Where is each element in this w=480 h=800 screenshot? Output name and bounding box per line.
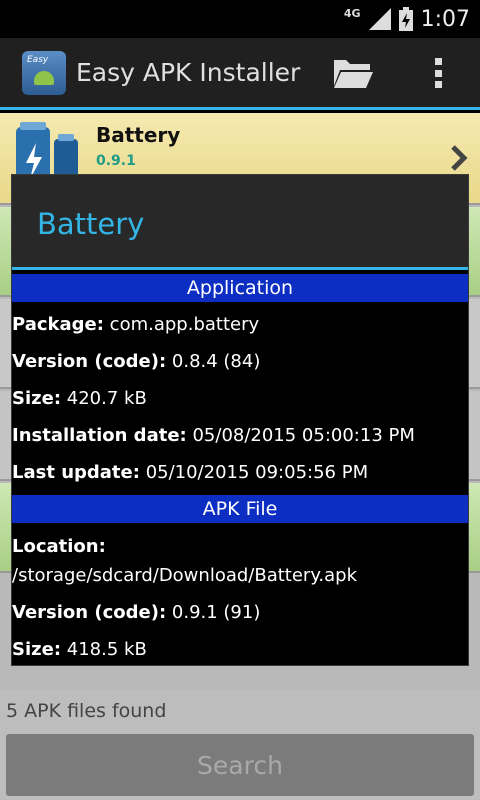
search-button[interactable]: Search (6, 734, 474, 796)
apk-version-row: Version (code): 0.9.1 (91) (12, 602, 468, 623)
network-type: 4G (343, 6, 361, 20)
action-bar: Easy Easy APK Installer (0, 38, 480, 110)
files-found-count: 5 APK files found (6, 700, 167, 722)
apk-size-row: Size: 418.5 kB (12, 639, 468, 660)
clock: 1:07 (420, 6, 470, 32)
dialog-header: Battery (12, 175, 468, 270)
section-application: Application (12, 274, 468, 302)
apk-version-label: Version (code): (12, 602, 167, 623)
location-value: /storage/sdcard/Download/Battery.apk (12, 565, 358, 586)
version-label: Version (code): (12, 351, 167, 372)
size-row: Size: 420.7 kB (12, 388, 468, 409)
location-label: Location: (12, 536, 106, 557)
status-bar: 4G 1:07 (0, 0, 480, 38)
last-update-label: Last update: (12, 462, 140, 483)
chevron-right-icon (451, 145, 468, 171)
apk-size-label: Size: (12, 639, 62, 660)
battery-charging-icon (398, 7, 413, 31)
app-info-dialog: Battery Application Package: com.app.bat… (12, 175, 468, 665)
package-label: Package: (12, 314, 104, 335)
app-title: Easy APK Installer (76, 58, 301, 87)
last-update-value: 05/10/2015 09:05:56 PM (145, 462, 369, 483)
item-version: 0.9.1 (96, 153, 136, 169)
apk-size-value: 418.5 kB (66, 639, 147, 660)
size-value: 420.7 kB (66, 388, 147, 409)
install-date-value: 05/08/2015 05:00:13 PM (192, 425, 415, 446)
apk-version-value: 0.9.1 (91) (171, 602, 261, 623)
location-label-row: Location: (12, 536, 468, 557)
install-date-label: Installation date: (12, 425, 187, 446)
install-date-row: Installation date: 05/08/2015 05:00:13 P… (12, 425, 468, 446)
section-apk-file: APK File (12, 495, 468, 523)
size-label: Size: (12, 388, 62, 409)
folder-open-icon[interactable] (332, 56, 374, 90)
overflow-menu-icon[interactable] (428, 56, 448, 90)
last-update-row: Last update: 05/10/2015 09:05:56 PM (12, 462, 468, 483)
version-value: 0.8.4 (84) (171, 351, 261, 372)
item-name: Battery (96, 123, 181, 147)
package-value: com.app.battery (109, 314, 260, 335)
package-row: Package: com.app.battery (12, 314, 468, 335)
app-logo-icon[interactable]: Easy (22, 50, 66, 95)
dialog-title: Battery (37, 207, 145, 241)
signal-icon (368, 8, 391, 30)
version-row: Version (code): 0.8.4 (84) (12, 351, 468, 372)
